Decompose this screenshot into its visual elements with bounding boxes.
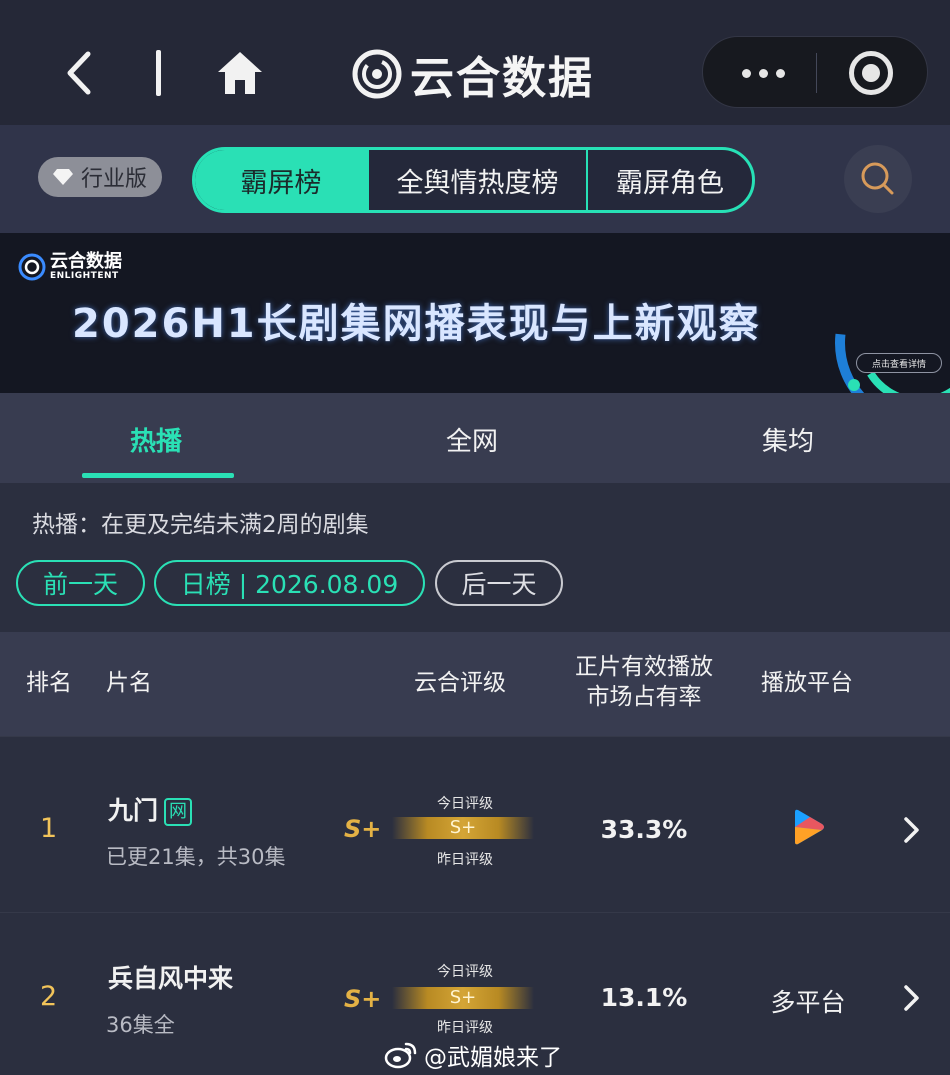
more-options-icon[interactable]	[723, 53, 803, 93]
next-day-button[interactable]: 后一天	[435, 560, 563, 606]
search-icon	[861, 162, 894, 195]
rank-number: 1	[40, 813, 58, 844]
mini-program-capsule	[702, 36, 928, 108]
brand: 云合数据	[352, 44, 594, 104]
banner-title: 2026H1长剧集网播表现与上新观察	[72, 301, 761, 347]
brand-logo-icon	[352, 49, 402, 99]
grade-yesterday-caption: 昨日评级	[437, 1020, 493, 1036]
header-rank: 排名	[26, 670, 72, 696]
banner-logo: 云合数据 ENLIGHTENT	[18, 253, 122, 281]
section-description: 热播：在更及完结未满2周的剧集	[32, 512, 369, 538]
edition-badge[interactable]: 行业版	[38, 157, 162, 197]
platform-label: 多平台	[770, 988, 846, 1017]
header-grade: 云合评级	[414, 670, 506, 696]
home-icon[interactable]	[214, 48, 266, 98]
top-nav-bar: 云合数据	[0, 0, 950, 125]
grade-yesterday-caption: 昨日评级	[437, 852, 493, 868]
weibo-icon	[384, 1042, 417, 1069]
prev-day-button[interactable]: 前一天	[16, 560, 145, 606]
header-share-line1: 正片有效播放	[575, 654, 713, 680]
app-screen: 云合数据 行业版 霸屏榜 全舆情热度榜 霸屏角色 云合数据 ENLIGHTENT…	[0, 0, 950, 1075]
chevron-right-icon[interactable]	[902, 983, 922, 1013]
tab-all-network[interactable]: 全网	[446, 421, 498, 458]
episode-info: 36集全	[106, 1013, 175, 1037]
tab-episode-average[interactable]: 集均	[762, 421, 814, 458]
show-title-text: 九门	[108, 796, 159, 825]
episode-info: 已更21集，共30集	[106, 845, 286, 869]
diamond-icon	[52, 169, 73, 185]
section-tabs: 热播 全网 集均	[0, 393, 950, 483]
brand-name: 云合数据	[410, 53, 594, 104]
active-tab-indicator	[82, 473, 234, 478]
banner-brand-sub: ENLIGHTENT	[50, 271, 119, 281]
ranking-type-bar: 行业版 霸屏榜 全舆情热度榜 霸屏角色	[0, 125, 950, 233]
youku-play-icon	[795, 809, 824, 845]
chevron-right-icon[interactable]	[902, 815, 922, 845]
weibo-handle: @武媚娘来了	[424, 1045, 562, 1071]
grade-yesterday-value: S+	[344, 985, 382, 1013]
back-arrow-icon[interactable]	[62, 48, 98, 98]
close-mini-program-icon[interactable]	[849, 51, 893, 95]
tab-hot[interactable]: 热播	[130, 421, 182, 458]
grade-today-bar: S+	[392, 987, 534, 1009]
header-share-line2: 市场占有率	[586, 684, 702, 710]
date-selector[interactable]: 日榜 | 2026.08.09	[154, 560, 425, 606]
brand-logo-icon	[18, 253, 46, 281]
weibo-watermark: @武媚娘来了	[384, 1038, 562, 1072]
web-drama-badge: 网	[164, 798, 193, 826]
market-share: 13.1%	[600, 983, 688, 1012]
show-title: 九门网	[108, 791, 193, 827]
capsule-divider	[816, 53, 817, 93]
grade-today-caption: 今日评级	[437, 796, 493, 812]
header-title: 片名	[106, 670, 152, 696]
rank-number: 2	[40, 981, 58, 1012]
nav-divider	[156, 50, 161, 96]
tab-public-opinion-chart[interactable]: 全舆情热度榜	[367, 150, 586, 210]
header-platform: 播放平台	[761, 670, 853, 696]
grade-today-caption: 今日评级	[437, 964, 493, 980]
search-button[interactable]	[844, 145, 912, 213]
banner-brand: 云合数据	[50, 251, 122, 272]
ranking-tab-group: 霸屏榜 全舆情热度榜 霸屏角色	[192, 147, 755, 213]
banner-detail-button[interactable]: 点击查看详情	[856, 353, 942, 373]
table-row[interactable]: 1 九门网 已更21集，共30集 S+ 今日评级 S+ 昨日评级 33.3%	[0, 736, 950, 912]
tab-dominance-role[interactable]: 霸屏角色	[586, 150, 752, 210]
show-title: 兵自风中来	[108, 964, 234, 993]
market-share: 33.3%	[600, 815, 688, 844]
grade-today-value: S+	[449, 817, 477, 838]
grade-today-value: S+	[449, 987, 477, 1008]
promo-banner[interactable]: 云合数据 ENLIGHTENT 2026H1长剧集网播表现与上新观察 点击查看详…	[0, 233, 950, 393]
edition-label: 行业版	[80, 167, 147, 192]
grade-today-bar: S+	[392, 817, 534, 839]
table-header: 排名 片名 云合评级 正片有效播放 市场占有率 播放平台	[0, 632, 950, 736]
tab-dominance-chart[interactable]: 霸屏榜	[195, 150, 367, 210]
grade-yesterday-value: S+	[344, 815, 382, 843]
